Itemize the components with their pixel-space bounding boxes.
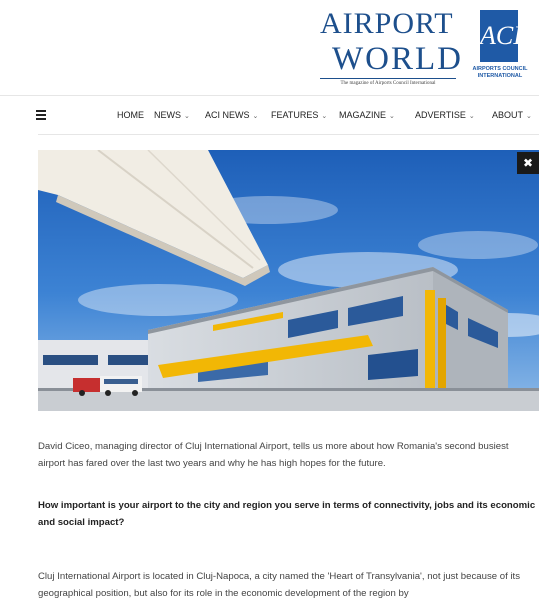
chevron-down-icon: ⌄	[526, 113, 532, 120]
nav-bottom-divider	[38, 134, 539, 135]
nav-item-aci-news[interactable]: ACI NEWS ⌄	[205, 108, 258, 124]
chevron-down-icon: ⌄	[389, 113, 395, 120]
aci-logo-mark: ACI	[480, 10, 522, 62]
airport-world-logo[interactable]: AIRPORT WORLD The magazine of Airports C…	[316, 6, 461, 90]
interview-answer: Cluj International Airport is located in…	[38, 571, 520, 599]
logo-world-text: WORLD	[332, 41, 463, 77]
hero-image	[38, 150, 539, 411]
nav-item-label: ACI NEWS	[205, 110, 250, 120]
nav-item-label: ABOUT	[492, 110, 524, 120]
nav-item-advertise[interactable]: ADVERTISE ⌄	[415, 108, 475, 124]
nav-item-label: MAGAZINE	[339, 110, 387, 120]
aci-logo[interactable]: ACI AIRPORTS COUNCIL INTERNATIONAL	[469, 6, 531, 90]
chevron-down-icon: ⌄	[252, 113, 259, 120]
nav-item-magazine[interactable]: MAGAZINE ⌄	[339, 108, 395, 124]
article-intro: David Ciceo, managing director of Cluj I…	[38, 441, 509, 469]
aci-logo-text: AIRPORTS COUNCIL INTERNATIONAL	[472, 66, 528, 79]
interview-question: How important is your airport to the cit…	[38, 500, 536, 528]
nav-item-label: NEWS	[154, 110, 181, 120]
nav-item-features[interactable]: FEATURES ⌄	[271, 108, 327, 124]
nav-item-home[interactable]: HOME	[117, 108, 144, 122]
logo-tagline: The magazine of Airports Council Interna…	[340, 81, 436, 86]
hamburger-icon[interactable]	[36, 109, 48, 120]
airport-terminal-photo	[38, 150, 539, 411]
logo-divider	[320, 78, 456, 79]
nav-item-news[interactable]: NEWS ⌄	[154, 108, 190, 124]
chevron-down-icon: ⌄	[184, 113, 190, 120]
chevron-down-icon: ⌄	[468, 113, 475, 120]
nav-item-about[interactable]: ABOUT ⌄	[492, 108, 532, 124]
nav-item-label: ADVERTISE	[415, 110, 466, 120]
nav-item-label: HOME	[117, 110, 144, 120]
nav-item-label: FEATURES	[271, 110, 319, 120]
expand-icon[interactable]: ✖	[517, 152, 539, 174]
chevron-down-icon: ⌄	[321, 113, 328, 120]
logo-airport-text: AIRPORT	[320, 7, 454, 40]
aci-mark-text: ACI	[480, 21, 522, 50]
main-navigation: HOME NEWS ⌄ ACI NEWS ⌄ FEATURES ⌄ MAGAZINE ⌄…	[0, 96, 539, 134]
